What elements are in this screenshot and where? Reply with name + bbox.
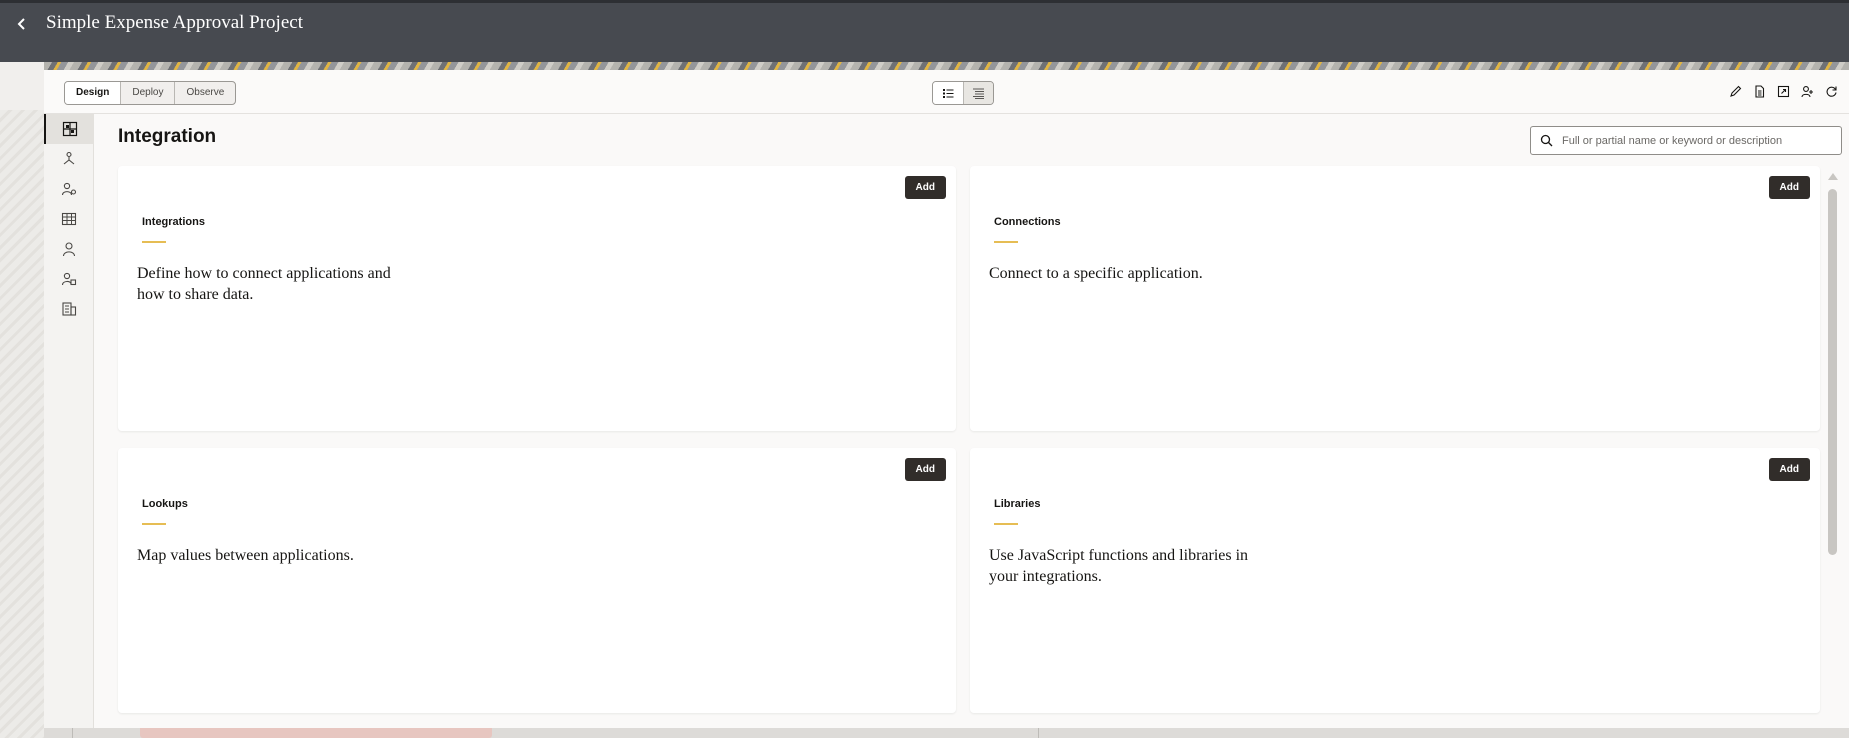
document-button[interactable]	[1752, 84, 1767, 99]
list-view-icon	[942, 88, 953, 98]
search-input[interactable]	[1562, 134, 1832, 147]
user-access-button[interactable]	[1800, 84, 1815, 99]
detail-view-icon	[973, 88, 984, 99]
scroll-up-arrow[interactable]	[1828, 173, 1838, 180]
user-access-icon	[1801, 86, 1813, 98]
card-accent-line	[142, 523, 166, 525]
refresh-button[interactable]	[1824, 84, 1839, 99]
card-integrations: Add Integrations Define how to connect a…	[118, 166, 956, 431]
mode-observe-button[interactable]: Observe	[175, 82, 235, 104]
libraries-icon	[61, 272, 77, 286]
card-accent-line	[142, 241, 166, 243]
card-title: Lookups	[142, 498, 188, 510]
app-header: Simple Expense Approval Project	[0, 0, 1849, 62]
decorative-banner	[44, 62, 1849, 70]
background-pattern	[0, 110, 44, 738]
card-title: Libraries	[994, 498, 1041, 510]
rail-item-connections[interactable]	[44, 174, 94, 204]
building-icon	[62, 302, 77, 316]
card-title: Connections	[994, 216, 1061, 228]
card-description: Define how to connect applications and h…	[137, 265, 391, 303]
card-description: Connect to a specific application.	[989, 265, 1203, 282]
card-description: Map values between applications.	[137, 547, 354, 564]
card-accent-line	[994, 523, 1018, 525]
export-button[interactable]	[1776, 84, 1791, 99]
page-title: Integration	[118, 126, 217, 147]
left-navigation-rail	[44, 114, 94, 728]
add-connection-button[interactable]: Add	[1768, 176, 1810, 199]
rail-item-libraries[interactable]	[44, 264, 94, 294]
toolbar-actions	[1728, 84, 1839, 99]
project-panel: Design Deploy Observe Integration Full o…	[44, 70, 1849, 728]
card-accent-line	[994, 241, 1018, 243]
back-button[interactable]	[12, 12, 32, 36]
card-title: Integrations	[142, 216, 205, 228]
content-scrollbar[interactable]	[1826, 173, 1838, 673]
edit-button[interactable]	[1728, 84, 1743, 99]
rail-item-organization[interactable]	[44, 294, 94, 324]
scroll-thumb[interactable]	[1828, 189, 1837, 555]
chevron-left-icon	[17, 18, 25, 30]
card-lookups: Add Lookups Map values between applicati…	[118, 448, 956, 713]
panel-toolbar: Design Deploy Observe	[44, 70, 1849, 114]
mode-design-button[interactable]: Design	[65, 82, 122, 104]
document-icon	[1755, 85, 1765, 98]
rail-item-people[interactable]	[44, 234, 94, 264]
search-icon	[1540, 134, 1553, 147]
project-title: Simple Expense Approval Project	[46, 12, 303, 33]
search-field[interactable]	[1530, 126, 1842, 155]
person-icon	[62, 242, 76, 257]
connections-icon	[61, 182, 77, 196]
mode-switcher: Design Deploy Observe	[64, 81, 237, 105]
add-integration-button[interactable]: Add	[904, 176, 946, 199]
flow-icon	[63, 151, 75, 165]
export-icon	[1777, 85, 1790, 98]
edit-icon	[1730, 85, 1742, 97]
refresh-icon	[1826, 86, 1837, 97]
card-libraries: Add Libraries Use JavaScript functions a…	[970, 448, 1820, 713]
card-connections: Add Connections Connect to a specific ap…	[970, 166, 1820, 431]
rail-item-flow[interactable]	[44, 144, 94, 174]
view-toggle	[932, 81, 994, 105]
integrations-icon	[62, 121, 78, 137]
add-library-button[interactable]: Add	[1768, 458, 1810, 481]
add-lookup-button[interactable]: Add	[904, 458, 946, 481]
lookups-table-icon	[61, 212, 77, 226]
card-description: Use JavaScript functions and libraries i…	[989, 547, 1249, 585]
mode-deploy-button[interactable]: Deploy	[121, 82, 176, 104]
detail-view-button[interactable]	[963, 82, 993, 104]
rail-item-integrations[interactable]	[44, 114, 94, 144]
rail-item-lookups[interactable]	[44, 204, 94, 234]
list-view-button[interactable]	[933, 82, 963, 104]
